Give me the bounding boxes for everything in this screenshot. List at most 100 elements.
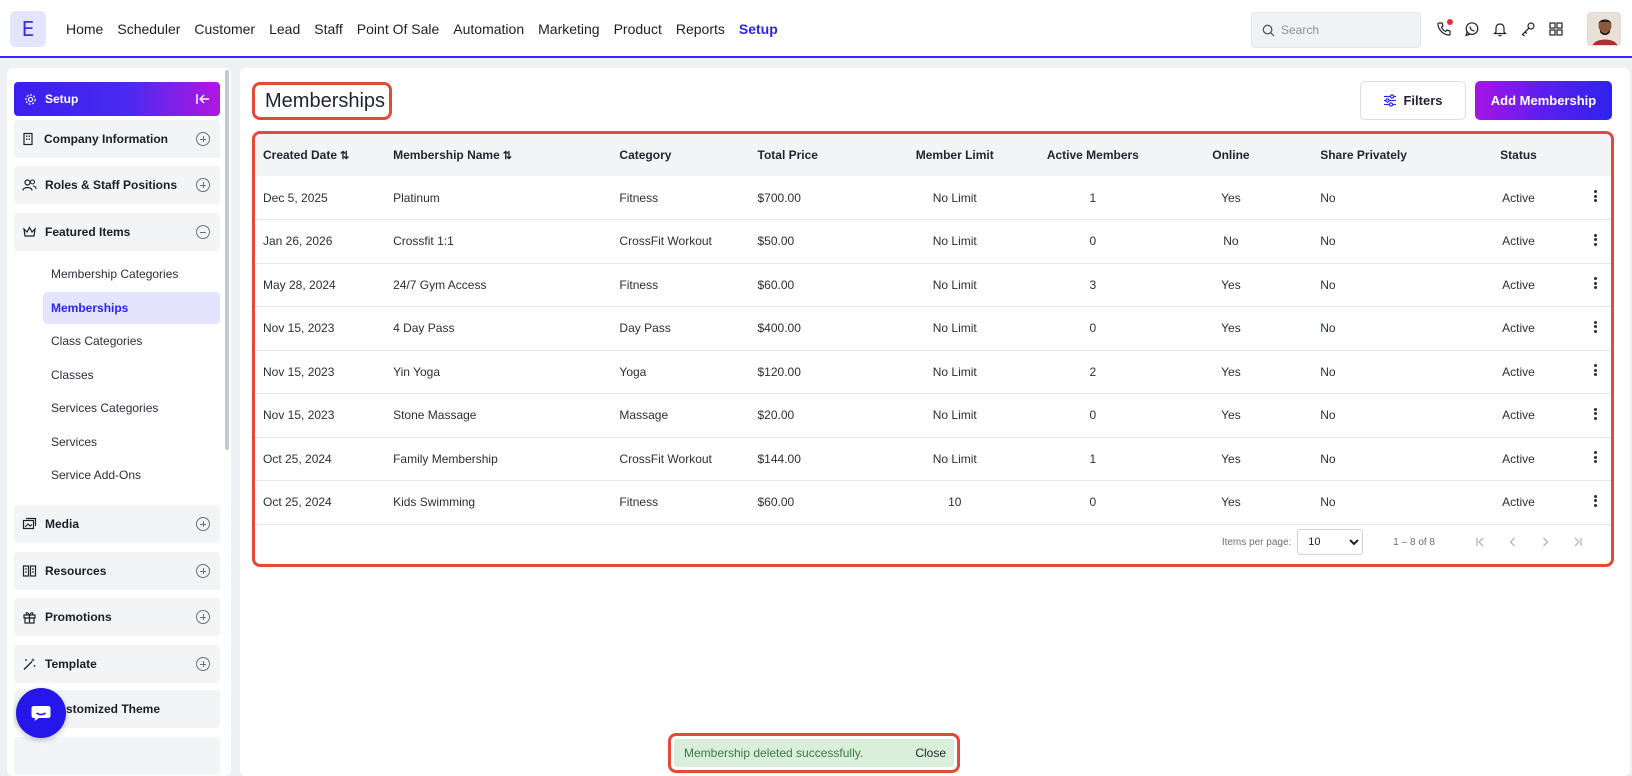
cell-category: Fitness bbox=[619, 277, 659, 292]
sidebar-section-company-information[interactable]: Company Information bbox=[14, 120, 220, 158]
table-row[interactable]: May 28, 2024 24/7 Gym Access Fitness $60.00… bbox=[255, 263, 1611, 307]
sidebar-item-service-add-ons[interactable]: Service Add-Ons bbox=[43, 459, 220, 491]
user-avatar[interactable] bbox=[1587, 12, 1621, 46]
nav-staff[interactable]: Staff bbox=[314, 21, 343, 37]
row-actions-cell bbox=[1580, 350, 1611, 394]
cell-online: No bbox=[1223, 234, 1239, 249]
sidebar-section-template[interactable]: Template bbox=[14, 645, 220, 683]
sidebar-section-label: Featured Items bbox=[45, 225, 131, 239]
nav-home[interactable]: Home bbox=[66, 21, 103, 37]
media-icon bbox=[22, 517, 37, 530]
cell-online: Yes bbox=[1221, 495, 1241, 510]
cell-member-limit: No Limit bbox=[932, 408, 977, 423]
toast-close-button[interactable]: Close bbox=[915, 746, 946, 760]
cell-share-privately: No bbox=[1320, 277, 1336, 292]
row-actions-cell bbox=[1580, 220, 1611, 264]
col-created-date[interactable]: Created Date ⇅ bbox=[255, 134, 393, 176]
sidebar-header-setup: Setup bbox=[14, 82, 220, 116]
nav-setup[interactable]: Setup bbox=[739, 21, 778, 37]
whatsapp-icon[interactable] bbox=[1462, 17, 1482, 41]
col-membership-name[interactable]: Membership Name ⇅ bbox=[393, 134, 619, 176]
cell-member-limit: No Limit bbox=[932, 451, 977, 466]
sort-icon[interactable]: ⇅ bbox=[340, 150, 349, 162]
collapse-sidebar-icon[interactable] bbox=[196, 93, 210, 105]
cell-status: Active bbox=[1502, 277, 1535, 292]
table-row[interactable]: Dec 5, 2025 Platinum Fitness $700.00 No Limi… bbox=[255, 176, 1611, 220]
phone-icon[interactable] bbox=[1434, 17, 1454, 41]
cell-membership-name: Kids Swimming bbox=[393, 495, 476, 510]
expand-plus-icon[interactable] bbox=[196, 517, 210, 531]
app-logo[interactable]: E bbox=[10, 11, 46, 47]
table-row[interactable]: Nov 15, 2023 4 Day Pass Day Pass $400.00 No … bbox=[255, 307, 1611, 350]
table-row[interactable]: Nov 15, 2023 Stone Massage Massage $20.00 No… bbox=[255, 394, 1611, 437]
cell-status: Active bbox=[1502, 408, 1535, 423]
apps-grid-icon[interactable] bbox=[1546, 17, 1566, 41]
nav-lead[interactable]: Lead bbox=[269, 21, 300, 37]
col-total-price: Total Price bbox=[757, 148, 818, 162]
nav-reports[interactable]: Reports bbox=[676, 21, 725, 37]
more-options-icon[interactable] bbox=[1593, 277, 1597, 290]
expand-plus-icon[interactable] bbox=[196, 132, 210, 146]
items-per-page-label: Items per page: bbox=[1221, 536, 1292, 548]
cell-category: Fitness bbox=[619, 495, 659, 510]
col-status: Status bbox=[1500, 148, 1537, 162]
first-page-icon[interactable] bbox=[1465, 529, 1497, 555]
sidebar-item-class-categories[interactable]: Class Categories bbox=[43, 325, 220, 357]
table-row[interactable]: Nov 15, 2023 Yin Yoga Yoga $120.00 No Limit 2… bbox=[255, 350, 1611, 394]
sidebar-item-classes[interactable]: Classes bbox=[43, 359, 220, 391]
sidebar-item-memberships[interactable]: Memberships bbox=[43, 292, 220, 324]
sidebar-section-promotions[interactable]: Promotions bbox=[14, 598, 220, 636]
expand-plus-icon[interactable] bbox=[196, 610, 210, 624]
table-row[interactable]: Jan 26, 2026 Crossfit 1:1 CrossFit Workout… bbox=[255, 220, 1611, 264]
expand-plus-icon[interactable] bbox=[196, 657, 210, 671]
collapse-minus-icon[interactable] bbox=[196, 225, 210, 239]
cell-online: Yes bbox=[1221, 190, 1241, 205]
sidebar-item-membership-categories[interactable]: Membership Categories bbox=[43, 258, 220, 290]
prev-page-icon[interactable] bbox=[1497, 529, 1529, 555]
more-options-icon[interactable] bbox=[1593, 233, 1597, 246]
sidebar-scrollbar[interactable] bbox=[225, 70, 229, 450]
search-input[interactable] bbox=[1281, 23, 1401, 37]
sidebar-section-resources[interactable]: Resources bbox=[14, 552, 220, 590]
key-icon[interactable] bbox=[1518, 17, 1538, 41]
cell-online: Yes bbox=[1221, 408, 1241, 423]
more-options-icon[interactable] bbox=[1593, 407, 1597, 420]
add-membership-button[interactable]: Add Membership bbox=[1475, 81, 1612, 120]
sidebar-item-services[interactable]: Services bbox=[43, 426, 220, 458]
table-row[interactable]: Oct 25, 2024 Family Membership CrossFit Wo… bbox=[255, 437, 1611, 481]
col-actions bbox=[1580, 134, 1611, 176]
last-page-icon[interactable] bbox=[1561, 529, 1593, 555]
nav-product[interactable]: Product bbox=[614, 21, 662, 37]
cell-active-members: 3 bbox=[1089, 277, 1097, 292]
next-page-icon[interactable] bbox=[1529, 529, 1561, 555]
search-box[interactable] bbox=[1251, 12, 1421, 48]
more-options-icon[interactable] bbox=[1593, 190, 1597, 202]
nav-automation[interactable]: Automation bbox=[453, 21, 524, 37]
cell-created-date: Nov 15, 2023 bbox=[263, 321, 335, 336]
chat-widget-button[interactable] bbox=[16, 688, 66, 738]
items-per-page-select[interactable]: 10 bbox=[1297, 529, 1364, 555]
expand-plus-icon[interactable] bbox=[196, 178, 210, 192]
more-options-icon[interactable] bbox=[1593, 320, 1597, 333]
more-options-icon[interactable] bbox=[1593, 364, 1597, 377]
nav-customer[interactable]: Customer bbox=[194, 21, 255, 37]
sidebar-section-media[interactable]: Media bbox=[14, 505, 220, 543]
cell-created-date: Nov 15, 2023 bbox=[263, 408, 335, 423]
expand-plus-icon[interactable] bbox=[196, 564, 210, 578]
cell-active-members: 0 bbox=[1089, 495, 1097, 510]
cell-total-price: $144.00 bbox=[757, 451, 801, 466]
more-options-icon[interactable] bbox=[1593, 494, 1597, 507]
nav-scheduler[interactable]: Scheduler bbox=[117, 21, 180, 37]
nav-marketing[interactable]: Marketing bbox=[538, 21, 599, 37]
sidebar-section-next[interactable] bbox=[14, 737, 220, 775]
bell-icon[interactable] bbox=[1490, 17, 1510, 41]
cell-share-privately: No bbox=[1320, 451, 1336, 466]
sidebar-section-featured-items[interactable]: Featured Items bbox=[14, 213, 220, 251]
sidebar-item-services-categories[interactable]: Services Categories bbox=[43, 392, 220, 424]
sidebar-section-roles-staff-positions[interactable]: Roles & Staff Positions bbox=[14, 166, 220, 204]
nav-point-of-sale[interactable]: Point Of Sale bbox=[357, 21, 440, 37]
more-options-icon[interactable] bbox=[1593, 451, 1597, 464]
table-row[interactable]: Oct 25, 2024 Kids Swimming Fitness $60.00 10… bbox=[255, 481, 1611, 524]
filters-button[interactable]: Filters bbox=[1360, 81, 1466, 120]
sort-icon[interactable]: ⇅ bbox=[503, 150, 512, 162]
